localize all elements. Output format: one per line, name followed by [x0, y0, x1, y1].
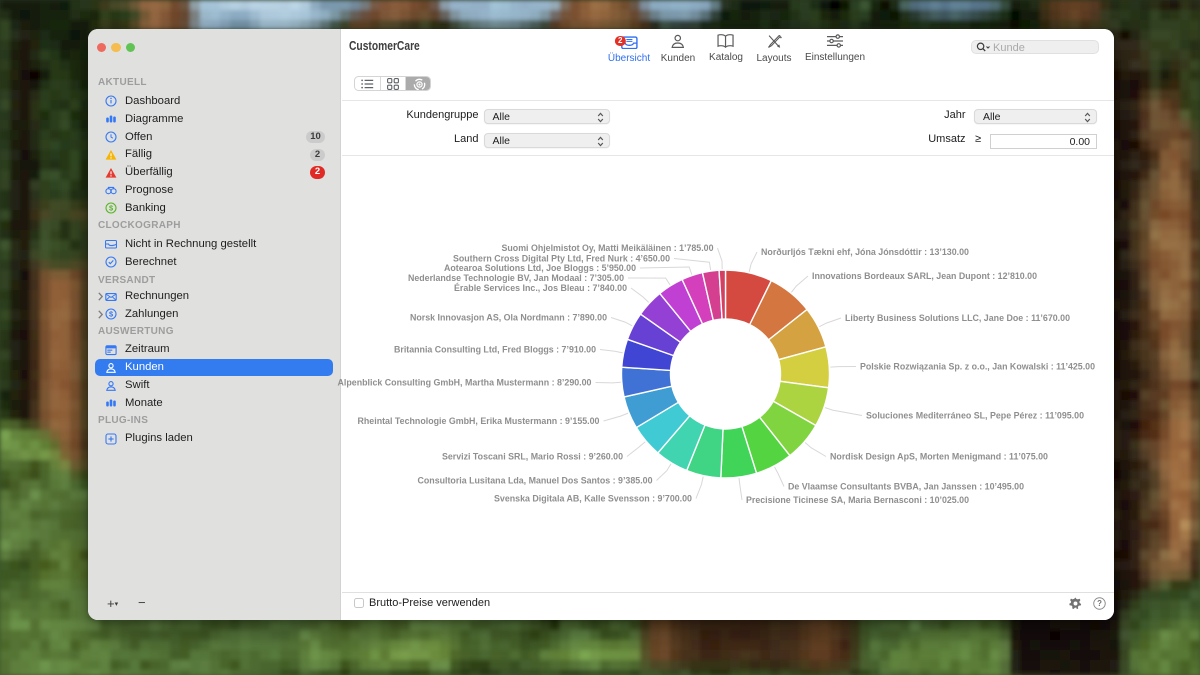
svg-text:Alpenblick Consulting GmbH, Ma: Alpenblick Consulting GmbH, Martha Muste… — [338, 378, 592, 388]
svg-text:Norðurljós Tækni ehf, Jóna Jón: Norðurljós Tækni ehf, Jóna Jónsdóttir : … — [761, 247, 969, 257]
svg-text:$: $ — [108, 204, 112, 213]
svg-text:Precisione Ticinese SA, Maria: Precisione Ticinese SA, Maria Bernasconi… — [746, 495, 969, 505]
svg-text:Nederlandse Technologie BV, Ja: Nederlandse Technologie BV, Jan Modaal :… — [408, 273, 624, 283]
svg-text:?: ? — [1097, 599, 1102, 608]
svg-text:Southern Cross Digital Pty Ltd: Southern Cross Digital Pty Ltd, Fred Nur… — [453, 254, 670, 264]
svg-text:Innovations Bordeaux SARL, Jea: Innovations Bordeaux SARL, Jean Dupont :… — [812, 271, 1037, 281]
svg-text:Nordisk Design ApS, Morten Men: Nordisk Design ApS, Morten Menigmand : 1… — [830, 452, 1048, 462]
svg-text:Rheintal Technologie GmbH, Eri: Rheintal Technologie GmbH, Erika Musterm… — [358, 416, 600, 426]
svg-text:Consultoria Lusitana Lda, Manu: Consultoria Lusitana Lda, Manuel Dos San… — [418, 476, 653, 486]
svg-text:Servizi Toscani SRL, Mario Ros: Servizi Toscani SRL, Mario Rossi : 9’260… — [442, 452, 623, 462]
svg-text:Polskie Rozwiązania Sp. z o.o.: Polskie Rozwiązania Sp. z o.o., Jan Kowa… — [860, 362, 1095, 372]
svg-text:Soluciones Mediterráneo SL, Pe: Soluciones Mediterráneo SL, Pepe Pérez :… — [866, 411, 1084, 421]
svg-text:Norsk Innovasjon AS, Ola Nordm: Norsk Innovasjon AS, Ola Nordmann : 7’89… — [410, 313, 607, 323]
svg-text:Aotearoa Solutions Ltd, Joe Bl: Aotearoa Solutions Ltd, Joe Bloggs : 5’9… — [444, 263, 636, 273]
svg-text:$: $ — [108, 310, 112, 319]
svg-text:Suomi Ohjelmistot Oy, Matti Me: Suomi Ohjelmistot Oy, Matti Meikäläinen … — [502, 243, 714, 253]
svg-text:Svenska Digitala AB, Kalle Sve: Svenska Digitala AB, Kalle Svensson : 9’… — [494, 494, 692, 504]
svg-text:Britannia Consulting Ltd, Fred: Britannia Consulting Ltd, Fred Bloggs : … — [394, 345, 596, 355]
svg-text:Érable Services Inc., Jos Blea: Érable Services Inc., Jos Bleau : 7’840.… — [454, 282, 627, 293]
svg-text:Liberty Business Solutions LLC: Liberty Business Solutions LLC, Jane Doe… — [845, 313, 1070, 323]
svg-text:De Vlaamse Consultants BVBA, J: De Vlaamse Consultants BVBA, Jan Janssen… — [788, 482, 1024, 492]
